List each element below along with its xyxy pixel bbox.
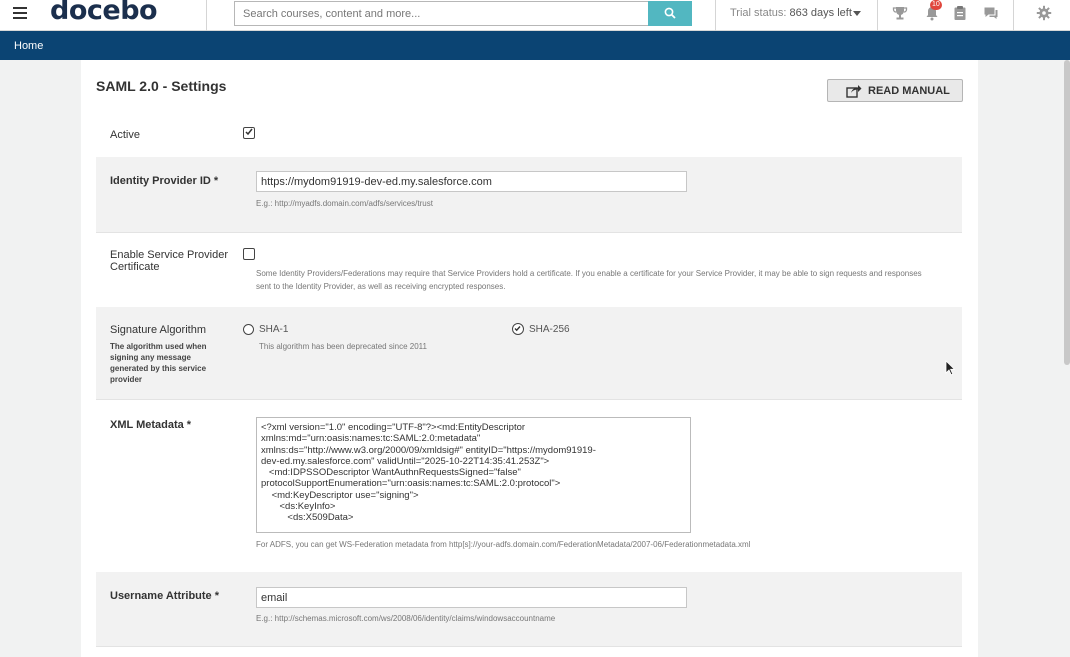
logo-text: docebo	[50, 0, 158, 26]
search-input[interactable]	[234, 1, 649, 26]
top-header: docebo® Trial status: 863 days left 10	[0, 0, 1070, 31]
share-icon	[846, 85, 862, 98]
username-attribute-row: Username Attribute * E.g.: http://schema…	[96, 572, 962, 647]
chat-icon[interactable]	[983, 5, 999, 21]
idp-id-input[interactable]	[256, 171, 687, 192]
mouse-cursor-icon	[945, 360, 955, 376]
sha256-radio[interactable]	[512, 323, 524, 335]
trial-label: Trial status:	[730, 7, 787, 19]
clipboard-icon[interactable]	[952, 5, 968, 21]
sha1-label[interactable]: SHA-1	[259, 324, 288, 335]
xml-metadata-textarea[interactable]: <?xml version="1.0" encoding="UTF-8"?><m…	[256, 417, 691, 533]
idp-id-hint: E.g.: http://myadfs.domain.com/adfs/serv…	[256, 199, 433, 208]
signature-algorithm-row: Signature Algorithm The algorithm used w…	[96, 307, 962, 400]
signature-algorithm-label: Signature Algorithm	[110, 324, 206, 336]
active-checkbox[interactable]	[243, 127, 255, 139]
page-scrollbar[interactable]	[1064, 60, 1070, 365]
settings-card: SAML 2.0 - Settings READ MANUAL Active I…	[81, 60, 978, 657]
header-divider	[715, 0, 716, 31]
idp-id-row: Identity Provider ID * E.g.: http://myad…	[96, 157, 962, 233]
username-attribute-label: Username Attribute *	[110, 590, 220, 602]
trial-days: 863 days left	[789, 7, 852, 19]
read-manual-label: READ MANUAL	[868, 85, 950, 97]
idp-id-label: Identity Provider ID *	[110, 175, 219, 187]
header-divider	[1013, 0, 1014, 31]
search-button[interactable]	[648, 1, 692, 26]
header-divider	[877, 0, 878, 31]
trophy-icon[interactable]	[892, 5, 908, 21]
sp-certificate-hint-line2: sent to the Identity Provider, as well a…	[256, 282, 506, 291]
active-label: Active	[110, 129, 140, 141]
header-divider	[206, 0, 207, 31]
breadcrumb-home[interactable]: Home	[14, 40, 43, 52]
nav-bar: Home	[0, 31, 1070, 60]
checkmark-icon	[245, 128, 253, 136]
sp-certificate-checkbox[interactable]	[243, 248, 255, 260]
username-attribute-hint: E.g.: http://schemas.microsoft.com/ws/20…	[256, 614, 556, 623]
xml-metadata-row: XML Metadata * <?xml version="1.0" encod…	[96, 401, 962, 571]
search-icon	[664, 7, 676, 19]
username-attribute-input[interactable]	[256, 587, 687, 608]
sp-certificate-hint-line1: Some Identity Providers/Federations may …	[256, 269, 922, 278]
xml-metadata-hint: For ADFS, you can get WS-Federation meta…	[256, 540, 751, 549]
sha256-label[interactable]: SHA-256	[529, 324, 570, 335]
sha1-radio[interactable]	[243, 324, 254, 335]
sp-certificate-label: Enable Service Provider Certificate	[110, 249, 229, 273]
page-title: SAML 2.0 - Settings	[96, 78, 227, 94]
signature-algorithm-help: The algorithm used when signing any mess…	[110, 342, 207, 384]
sp-certificate-row: Enable Service Provider Certificate Some…	[96, 234, 962, 306]
chevron-down-icon[interactable]	[853, 11, 861, 16]
read-manual-button[interactable]: READ MANUAL	[827, 79, 963, 102]
checkmark-icon	[514, 326, 521, 332]
notification-badge[interactable]: 10	[930, 0, 942, 10]
docebo-logo[interactable]: docebo®	[50, 0, 164, 26]
sha1-note: This algorithm has been deprecated since…	[259, 342, 427, 351]
trial-status[interactable]: Trial status: 863 days left	[730, 7, 852, 19]
xml-metadata-label: XML Metadata *	[110, 419, 192, 431]
hamburger-icon[interactable]	[13, 7, 27, 19]
gear-icon[interactable]	[1036, 5, 1052, 21]
active-row: Active	[96, 120, 962, 156]
